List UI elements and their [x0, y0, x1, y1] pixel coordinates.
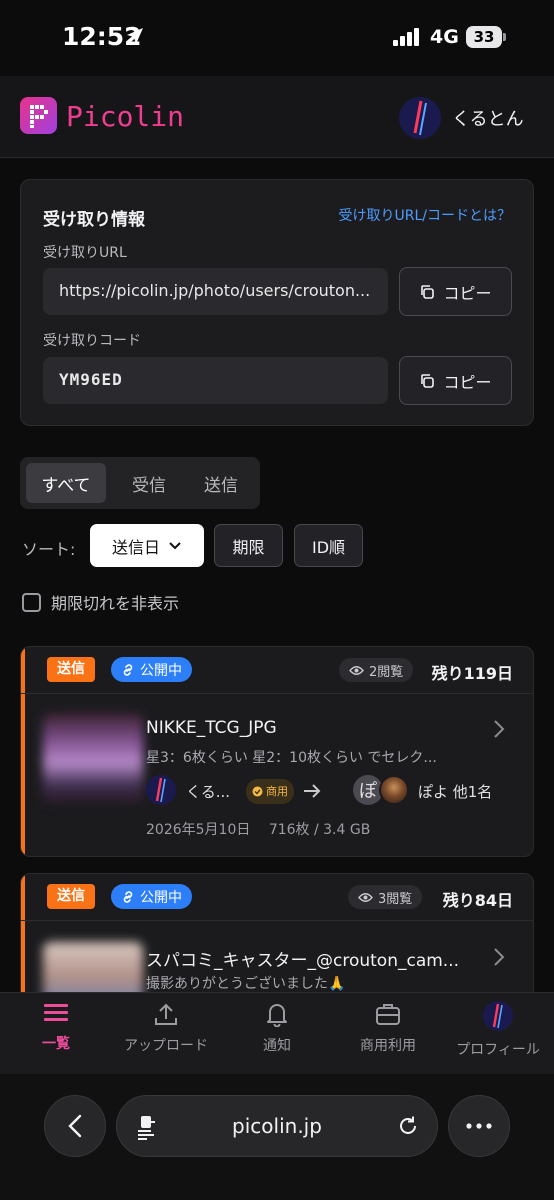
transfer-thumbnail[interactable] [43, 713, 143, 803]
views-badge: 3閲覧 [348, 885, 423, 909]
public-badge-label: 公開中 [140, 889, 182, 906]
app-header: Picolin くるとん [0, 76, 554, 158]
copy-code-label: コピー [443, 372, 492, 392]
browser-more-button[interactable] [448, 1095, 510, 1157]
cellular-signal-icon [393, 28, 419, 46]
public-badge-label: 公開中 [140, 662, 182, 679]
nav-notifications-label: 通知 [263, 1038, 291, 1054]
receive-code-field[interactable]: YM96ED [43, 357, 388, 404]
battery-indicator: 33 [466, 26, 502, 48]
chevron-right-icon [494, 720, 505, 738]
user-name[interactable]: くるとん [452, 105, 524, 131]
nav-list-label: 一覧 [42, 1036, 70, 1052]
app-logo-icon[interactable] [20, 97, 57, 134]
receive-help-link[interactable]: 受け取りURL/コードとは？ [339, 205, 512, 225]
upload-icon [155, 1003, 177, 1025]
nav-profile[interactable]: プロフィール [443, 1001, 553, 1059]
network-type: 4G [430, 26, 459, 48]
transfer-card-header: 送信 公開中 3閲覧 残り84日 [21, 874, 533, 921]
browser-back-button[interactable] [44, 1095, 106, 1157]
receive-url-label: 受け取りURL [43, 245, 127, 261]
nav-notifications[interactable]: 通知 [222, 1001, 332, 1055]
transfer-card-header: 送信 公開中 2閲覧 残り119日 [21, 647, 533, 694]
chevron-left-icon [68, 1114, 82, 1138]
transfer-name: NIKKE_TCG_JPG [146, 718, 277, 738]
browser-toolbar: picolin.jp [0, 1074, 554, 1200]
eye-icon [358, 892, 373, 902]
commercial-badge: 商用 [246, 779, 294, 804]
transfer-name: スパコミ_キャスター_@crouton_cam... [146, 951, 460, 971]
verified-icon [252, 786, 263, 797]
send-badge: 送信 [47, 884, 95, 909]
views-count: 3閲覧 [378, 891, 413, 907]
arrow-right-icon [304, 784, 321, 798]
eye-icon [349, 665, 364, 675]
recipient-names: ぽよ 他1名 [418, 783, 493, 801]
hide-expired-toggle[interactable]: 期限切れを非表示 [22, 590, 179, 614]
sort-label: ソート: [22, 540, 76, 559]
hide-expired-label: 期限切れを非表示 [51, 594, 180, 613]
copy-url-label: コピー [443, 283, 492, 303]
transfer-description: 星3：6枚くらい 星2：10枚くらい でセレク... [146, 750, 437, 766]
public-badge: 公開中 [111, 657, 192, 682]
transfer-meta: 2026年5月10日 716枚 / 3.4 GB [146, 819, 370, 839]
send-badge: 送信 [47, 657, 95, 682]
tab-sent[interactable]: 送信 [184, 463, 258, 503]
filter-tabs: すべて 受信 送信 [20, 457, 260, 509]
briefcase-icon [376, 1004, 400, 1025]
sender-name: くる... [186, 783, 231, 801]
hide-expired-checkbox[interactable] [22, 592, 41, 612]
copy-url-button[interactable]: コピー [399, 267, 512, 316]
battery-tip [503, 33, 506, 41]
remaining-days: 残り84日 [442, 891, 513, 910]
transfer-size: 716枚 / 3.4 GB [268, 822, 371, 838]
views-badge: 2閲覧 [339, 658, 414, 682]
reload-icon[interactable] [397, 1115, 419, 1137]
nav-commercial[interactable]: 商用利用 [333, 1001, 443, 1055]
sort-deadline-button[interactable]: 期限 [214, 524, 283, 567]
nav-upload[interactable]: アップロード [111, 1001, 221, 1055]
tab-all[interactable]: すべて [26, 463, 106, 503]
copy-code-button[interactable]: コピー [399, 356, 512, 405]
transfer-description: 撮影ありがとうございました🙏 [146, 976, 346, 992]
list-icon [44, 1004, 68, 1021]
tab-received[interactable]: 受信 [110, 463, 188, 503]
transfer-participants: くる... 商用 ぽ ぽよ 他1名 [146, 775, 516, 809]
copy-icon [421, 373, 435, 388]
chevron-down-icon [169, 541, 181, 549]
browser-address-bar[interactable]: picolin.jp [116, 1095, 438, 1157]
remaining-days: 残り119日 [431, 664, 513, 683]
sort-selected-label: 送信日 [111, 537, 160, 557]
browser-url[interactable]: picolin.jp [117, 1114, 437, 1138]
nav-commercial-label: 商用利用 [360, 1038, 416, 1054]
profile-avatar [483, 1001, 513, 1031]
receive-code-label: 受け取りコード [43, 333, 141, 349]
transfer-date: 2026年5月10日 [146, 822, 251, 838]
receive-info-title: 受け取り情報 [43, 210, 145, 230]
more-dots-icon [466, 1123, 492, 1129]
app-name[interactable]: Picolin [66, 100, 184, 133]
link-icon [123, 890, 133, 903]
receive-info-card: 受け取り情報 受け取りURL/コードとは？ 受け取りURL https://pi… [20, 179, 534, 426]
recipient-photo-avatar [379, 775, 409, 805]
sender-avatar [146, 775, 176, 805]
bell-icon [267, 1004, 287, 1027]
status-bar: 12:52 4G 33 [0, 0, 554, 76]
transfer-card[interactable]: 送信 公開中 2閲覧 残り119日 NIKKE_TCG_JPG 星3：6枚くらい… [20, 646, 534, 857]
bottom-navigation: 一覧 アップロード 通知 商用利用 プロフィール [0, 992, 554, 1074]
commercial-label: 商用 [266, 785, 288, 798]
public-badge: 公開中 [111, 884, 192, 909]
chevron-right-icon [494, 948, 505, 966]
sort-dropdown[interactable]: 送信日 [90, 524, 204, 567]
nav-upload-label: アップロード [124, 1038, 208, 1054]
sort-id-button[interactable]: ID順 [294, 524, 363, 567]
nav-profile-label: プロフィール [456, 1042, 540, 1058]
user-avatar[interactable] [399, 97, 441, 139]
copy-icon [421, 284, 435, 299]
receive-url-field[interactable]: https://picolin.jp/photo/users/crouton..… [43, 268, 388, 315]
views-count: 2閲覧 [369, 664, 404, 680]
link-icon [123, 663, 133, 676]
nav-list[interactable]: 一覧 [1, 1001, 111, 1053]
location-arrow-icon [127, 28, 143, 44]
